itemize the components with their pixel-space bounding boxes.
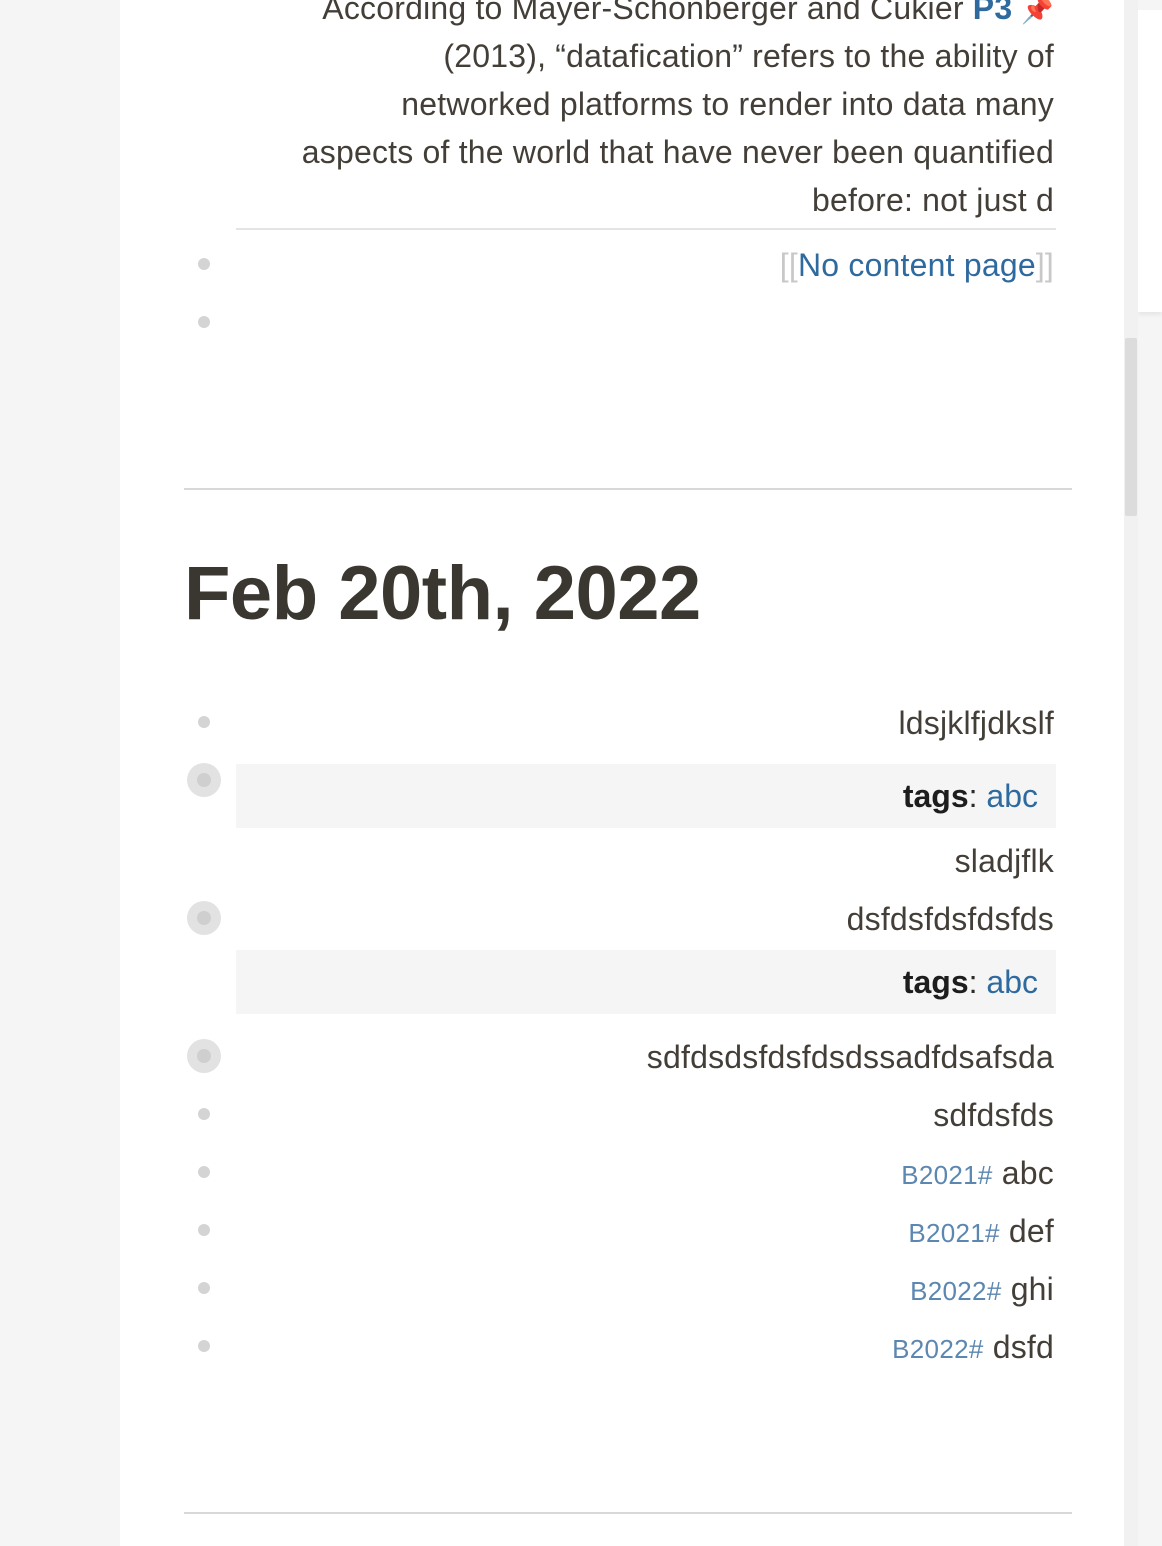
journal-divider [184, 488, 1072, 490]
bullet-dot-icon[interactable] [198, 1224, 210, 1236]
tag-link[interactable]: B2022# [892, 1334, 983, 1364]
quote-line-5: before: not just d [812, 182, 1054, 218]
bullet-dot-icon[interactable] [198, 258, 210, 270]
block-text: dsfd [992, 1329, 1054, 1365]
scrollbar-track[interactable] [1124, 0, 1138, 1546]
block-properties[interactable]: tags: abc [236, 950, 1056, 1014]
collapsed-bullet-icon[interactable] [187, 763, 221, 797]
quote-divider [236, 228, 1056, 230]
bullet-dot-icon[interactable] [198, 1340, 210, 1352]
scrollbar-thumb[interactable] [1125, 338, 1137, 516]
block-text: ghi [1010, 1271, 1054, 1307]
property-separator: : [968, 964, 978, 1000]
bullet-dot-icon[interactable] [198, 1282, 210, 1294]
block-text: abc [1001, 1155, 1054, 1191]
tagged-block[interactable]: B2022# ghi [910, 1269, 1054, 1311]
page-link-no-content[interactable]: No content page [798, 247, 1036, 283]
pushpin-icon: 📌 [1021, 0, 1054, 25]
bullet-dot-icon[interactable] [198, 1166, 210, 1178]
block-text[interactable]: sdfdsdsfdsfdsdssadfdsafsda [647, 1037, 1054, 1077]
property-value-link[interactable]: abc [986, 778, 1038, 814]
bullet-dot-icon[interactable] [198, 1108, 210, 1120]
tag-link[interactable]: B2021# [908, 1218, 999, 1248]
quote-line-1: According to Mayer-Schönberger and Cukie… [322, 0, 1054, 30]
block-text[interactable]: sdfdsfds [933, 1095, 1054, 1135]
quote-line-2: (2013), “datafication” refers to the abi… [443, 38, 1054, 74]
page-ref-p3[interactable]: P3 [973, 0, 1013, 26]
quote-line-3: networked platforms to render into data … [401, 86, 1054, 122]
block-properties[interactable]: tags: abc [236, 764, 1056, 828]
property-key: tags [902, 964, 969, 1000]
bullet-dot-icon[interactable] [198, 716, 210, 728]
tagged-block[interactable]: B2021# abc [901, 1153, 1054, 1195]
right-side-panel [1138, 10, 1162, 312]
quote-line-1-text: According to Mayer-Schönberger and Cukie… [322, 0, 964, 26]
tagged-block[interactable]: B2021# def [908, 1211, 1054, 1253]
property-key: tags [902, 778, 969, 814]
block-text[interactable]: dsfdsfdsfdsfds [847, 899, 1054, 939]
tag-link[interactable]: B2022# [910, 1276, 1001, 1306]
journal-title[interactable]: Feb 20th, 2022 [184, 548, 701, 640]
property-value-link[interactable]: abc [986, 964, 1038, 1000]
quote-line-4: aspects of the world that have never bee… [301, 134, 1054, 170]
collapsed-bullet-icon[interactable] [187, 901, 221, 935]
link-open-brackets: [[ [779, 247, 798, 283]
collapsed-bullet-icon[interactable] [187, 1039, 221, 1073]
page-reference-block[interactable]: [[No content page]] [780, 245, 1054, 285]
bullet-dot-icon[interactable] [198, 316, 210, 328]
property-separator: : [968, 778, 978, 814]
tag-link[interactable]: B2021# [901, 1160, 992, 1190]
journal-divider [184, 1512, 1072, 1514]
tagged-block[interactable]: B2022# dsfd [892, 1327, 1054, 1369]
link-close-brackets: ]] [1035, 247, 1054, 283]
block-text: def [1008, 1213, 1054, 1249]
block-text[interactable]: sladjflk [955, 841, 1054, 881]
block-text[interactable]: ldsjklfjdkslf [898, 703, 1054, 743]
